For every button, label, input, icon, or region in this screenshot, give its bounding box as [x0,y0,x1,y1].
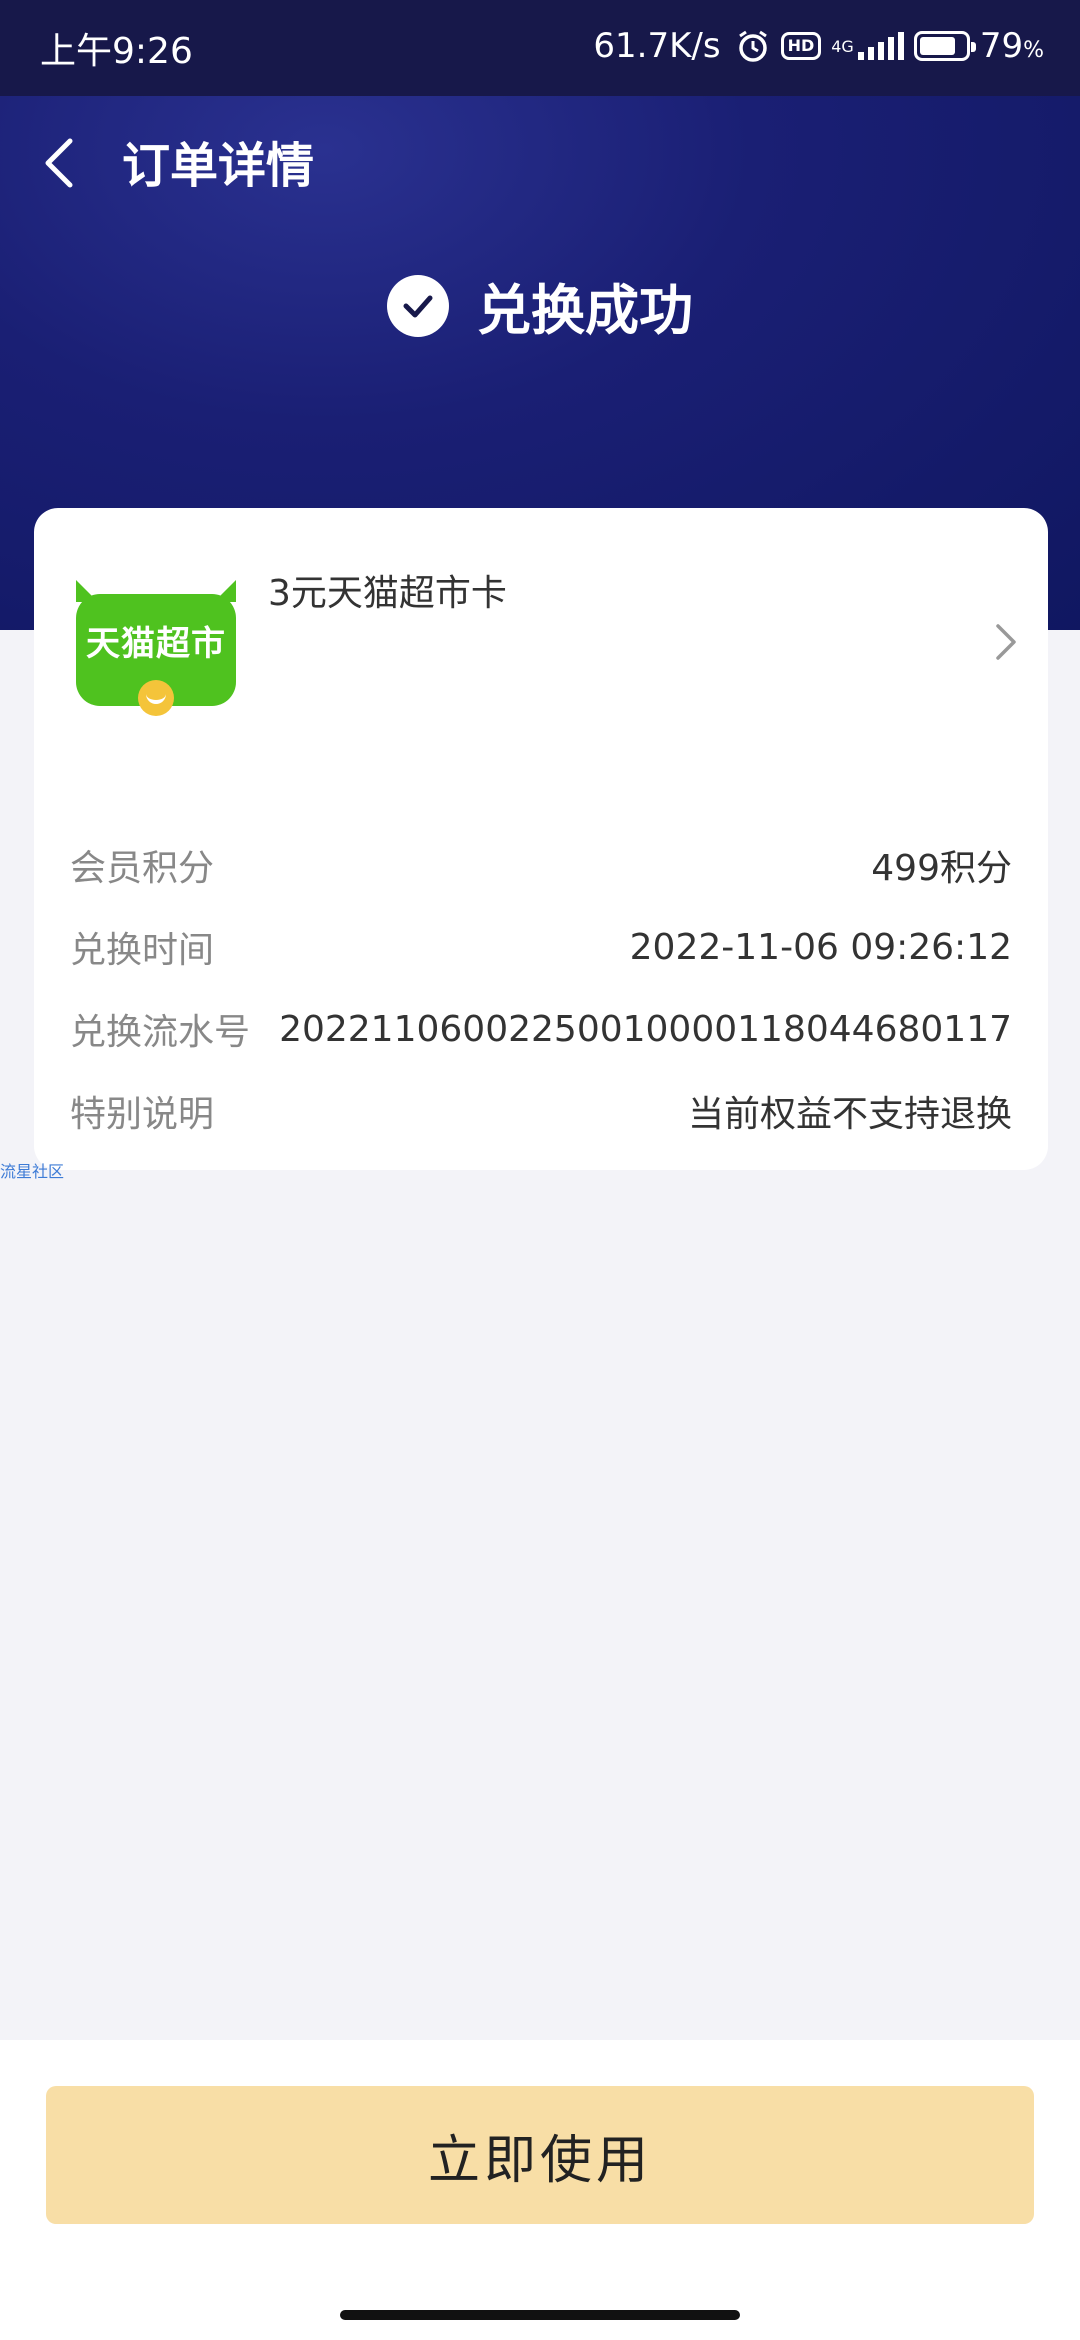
tmall-supermarket-logo: 天猫超市 [76,580,236,716]
detail-value: 2022-11-06 09:26:12 [629,926,1012,968]
chevron-right-icon [994,622,1018,666]
product-row[interactable]: 天猫超市 3元天猫超市卡 [34,508,1048,738]
battery-percent: 79% [979,26,1044,66]
alarm-icon [735,28,771,64]
product-name: 3元天猫超市卡 [268,573,507,614]
exchange-status: 兑换成功 [0,266,1080,345]
bottom-bar: 立即使用 [0,2040,1080,2340]
use-now-button[interactable]: 立即使用 [46,2086,1034,2224]
order-details: 会员积分 499积分 兑换时间 2022-11-06 09:26:12 兑换流水… [70,824,1012,1152]
smile-icon [138,680,174,716]
network-type: 4G [831,36,854,56]
page-title: 订单详情 [122,138,315,194]
status-icons: 61.7K/s HD 4G 79% [593,22,1044,70]
detail-label: 兑换流水号 [70,1012,251,1053]
detail-label: 会员积分 [70,848,215,889]
check-icon [387,274,449,337]
order-card: 天猫超市 3元天猫超市卡 会员积分 499积分 兑换时间 2022-11-06 … [34,508,1048,1170]
detail-value: 20221106002250010000118044680117 [279,1008,1012,1050]
back-arrow-icon [45,138,73,188]
hd-icon: HD [780,32,822,60]
detail-row-points: 会员积分 499积分 [70,824,1012,906]
signal-icon [857,32,904,60]
status-bar: 上午9:26 61.7K/s HD 4G 79% [0,0,1080,96]
detail-label: 特别说明 [70,1094,215,1135]
detail-value: 当前权益不支持退换 [687,1094,1012,1135]
detail-row-time: 兑换时间 2022-11-06 09:26:12 [70,906,1012,988]
status-text: 兑换成功 [477,279,693,342]
detail-row-note: 特别说明 当前权益不支持退换 [70,1070,1012,1152]
detail-label: 兑换时间 [70,930,215,971]
network-speed: 61.7K/s [593,26,721,66]
home-indicator[interactable] [340,2310,740,2320]
back-button[interactable] [40,128,100,198]
logo-text: 天猫超市 [86,624,226,664]
status-time: 上午9:26 [40,31,193,72]
watermark: 流星社区 [0,1162,65,1181]
detail-value: 499积分 [871,848,1012,889]
detail-row-serial: 兑换流水号 20221106002250010000118044680117 [70,988,1012,1070]
battery-icon [913,31,976,61]
